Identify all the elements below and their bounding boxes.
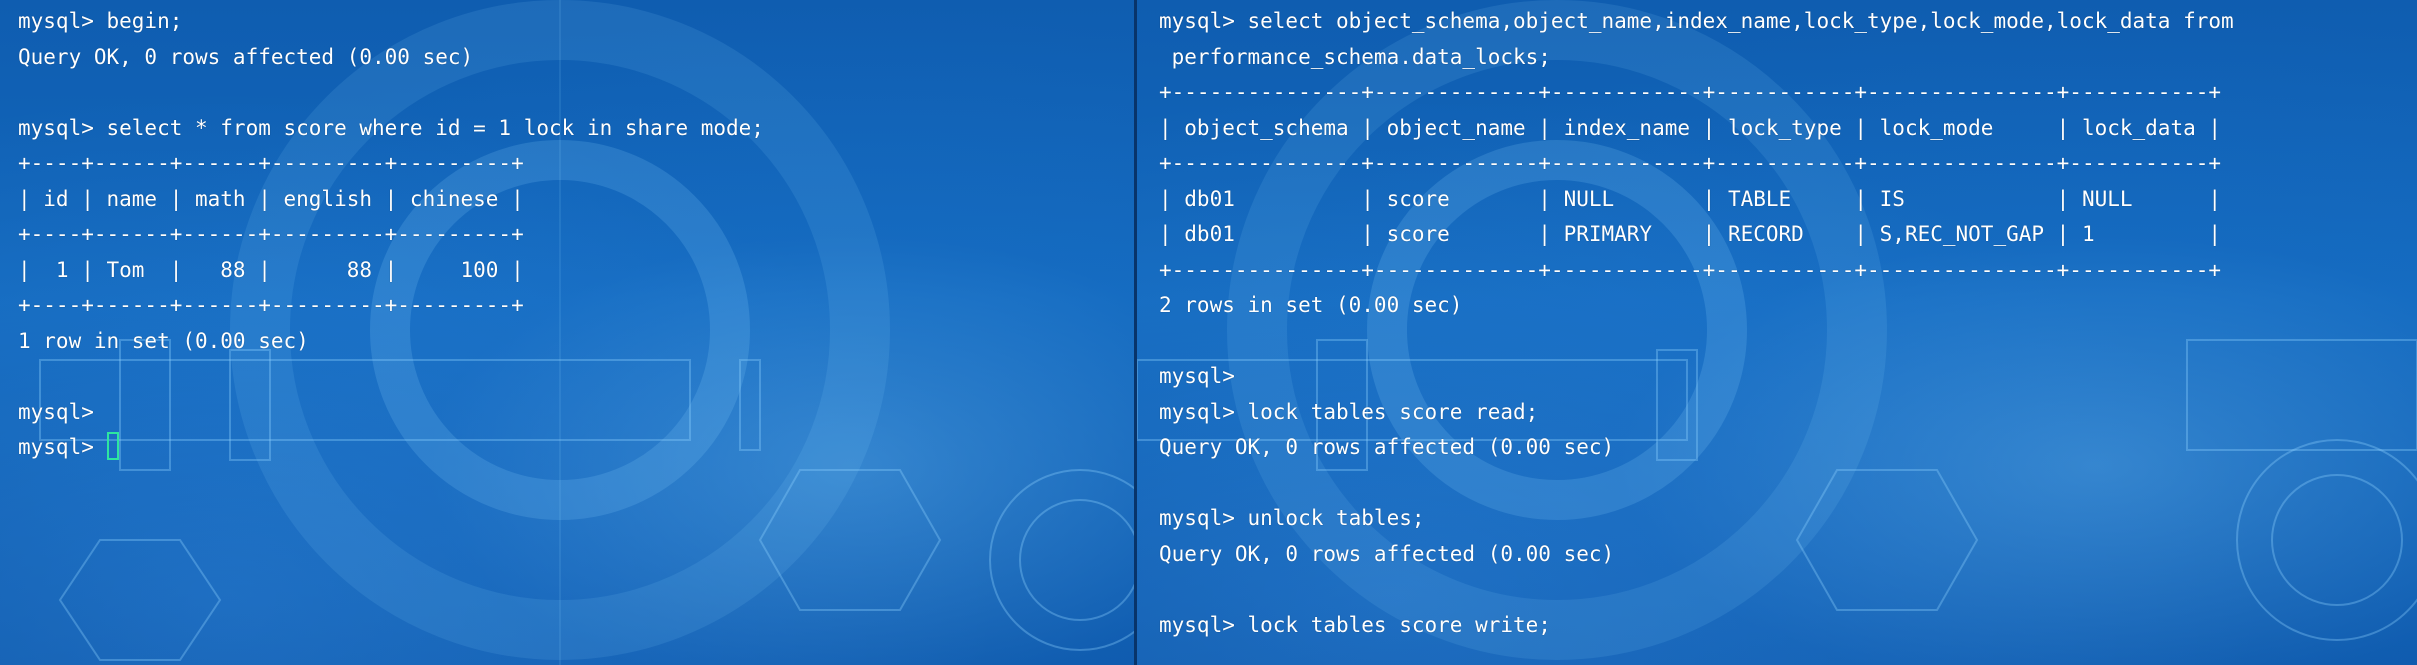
terminal-line: +---------------+-------------+---------… xyxy=(1159,80,2222,104)
terminal-line: mysql> select * from score where id = 1 … xyxy=(18,115,764,140)
terminal-line: Query OK, 0 rows affected (0.00 sec) xyxy=(1159,435,1615,459)
left-terminal-output: mysql> begin; Query OK, 0 rows affected (… xyxy=(18,4,764,466)
left-terminal-pane[interactable]: mysql> begin; Query OK, 0 rows affected (… xyxy=(0,0,1134,665)
terminal-line: Query OK, 0 rows affected (0.00 sec) xyxy=(18,44,474,69)
terminal-line: performance_schema.data_locks; xyxy=(1159,44,1551,69)
terminal-line: +---------------+-------------+---------… xyxy=(1159,257,2222,282)
terminal-line: mysql> begin; xyxy=(18,9,183,33)
terminal-line: mysql> lock tables score read; xyxy=(1159,399,1539,424)
right-terminal-output: mysql> select object_schema,object_name,… xyxy=(1159,4,2234,643)
terminal-line: | db01 | score | PRIMARY | RECORD | S,RE… xyxy=(1159,222,2222,246)
terminal-line: | 1 | Tom | 88 | 88 | 100 | xyxy=(18,257,524,282)
terminal-line: +---------------+-------------+---------… xyxy=(1159,151,2222,175)
terminal-line: | object_schema | object_name | index_na… xyxy=(1159,115,2222,140)
text-cursor xyxy=(106,432,119,460)
right-terminal-pane[interactable]: mysql> select object_schema,object_name,… xyxy=(1137,0,2417,665)
terminal-line: mysql> unlock tables; xyxy=(1159,506,1425,530)
terminal-line: | id | name | math | english | chinese | xyxy=(18,186,524,211)
terminal-line: +----+------+------+---------+---------+ xyxy=(18,293,524,317)
terminal-line: 1 row in set (0.00 sec) xyxy=(18,328,309,353)
terminal-line: mysql> select object_schema,object_name,… xyxy=(1159,9,2234,33)
terminal-line: mysql> xyxy=(1159,364,1235,388)
terminal-line: mysql> xyxy=(18,399,94,424)
terminal-line: Query OK, 0 rows affected (0.00 sec) xyxy=(1159,541,1615,566)
terminal-line: mysql> xyxy=(18,430,764,466)
terminal-line: +----+------+------+---------+---------+ xyxy=(18,222,524,246)
terminal-line: +----+------+------+---------+---------+ xyxy=(18,151,524,175)
terminal-line: | db01 | score | NULL | TABLE | IS | NUL… xyxy=(1159,186,2222,211)
desktop-screen: mysql> begin; Query OK, 0 rows affected (… xyxy=(0,0,2417,665)
terminal-line: mysql> lock tables score write; xyxy=(1159,612,1551,637)
terminal-line: 2 rows in set (0.00 sec) xyxy=(1159,293,1463,317)
